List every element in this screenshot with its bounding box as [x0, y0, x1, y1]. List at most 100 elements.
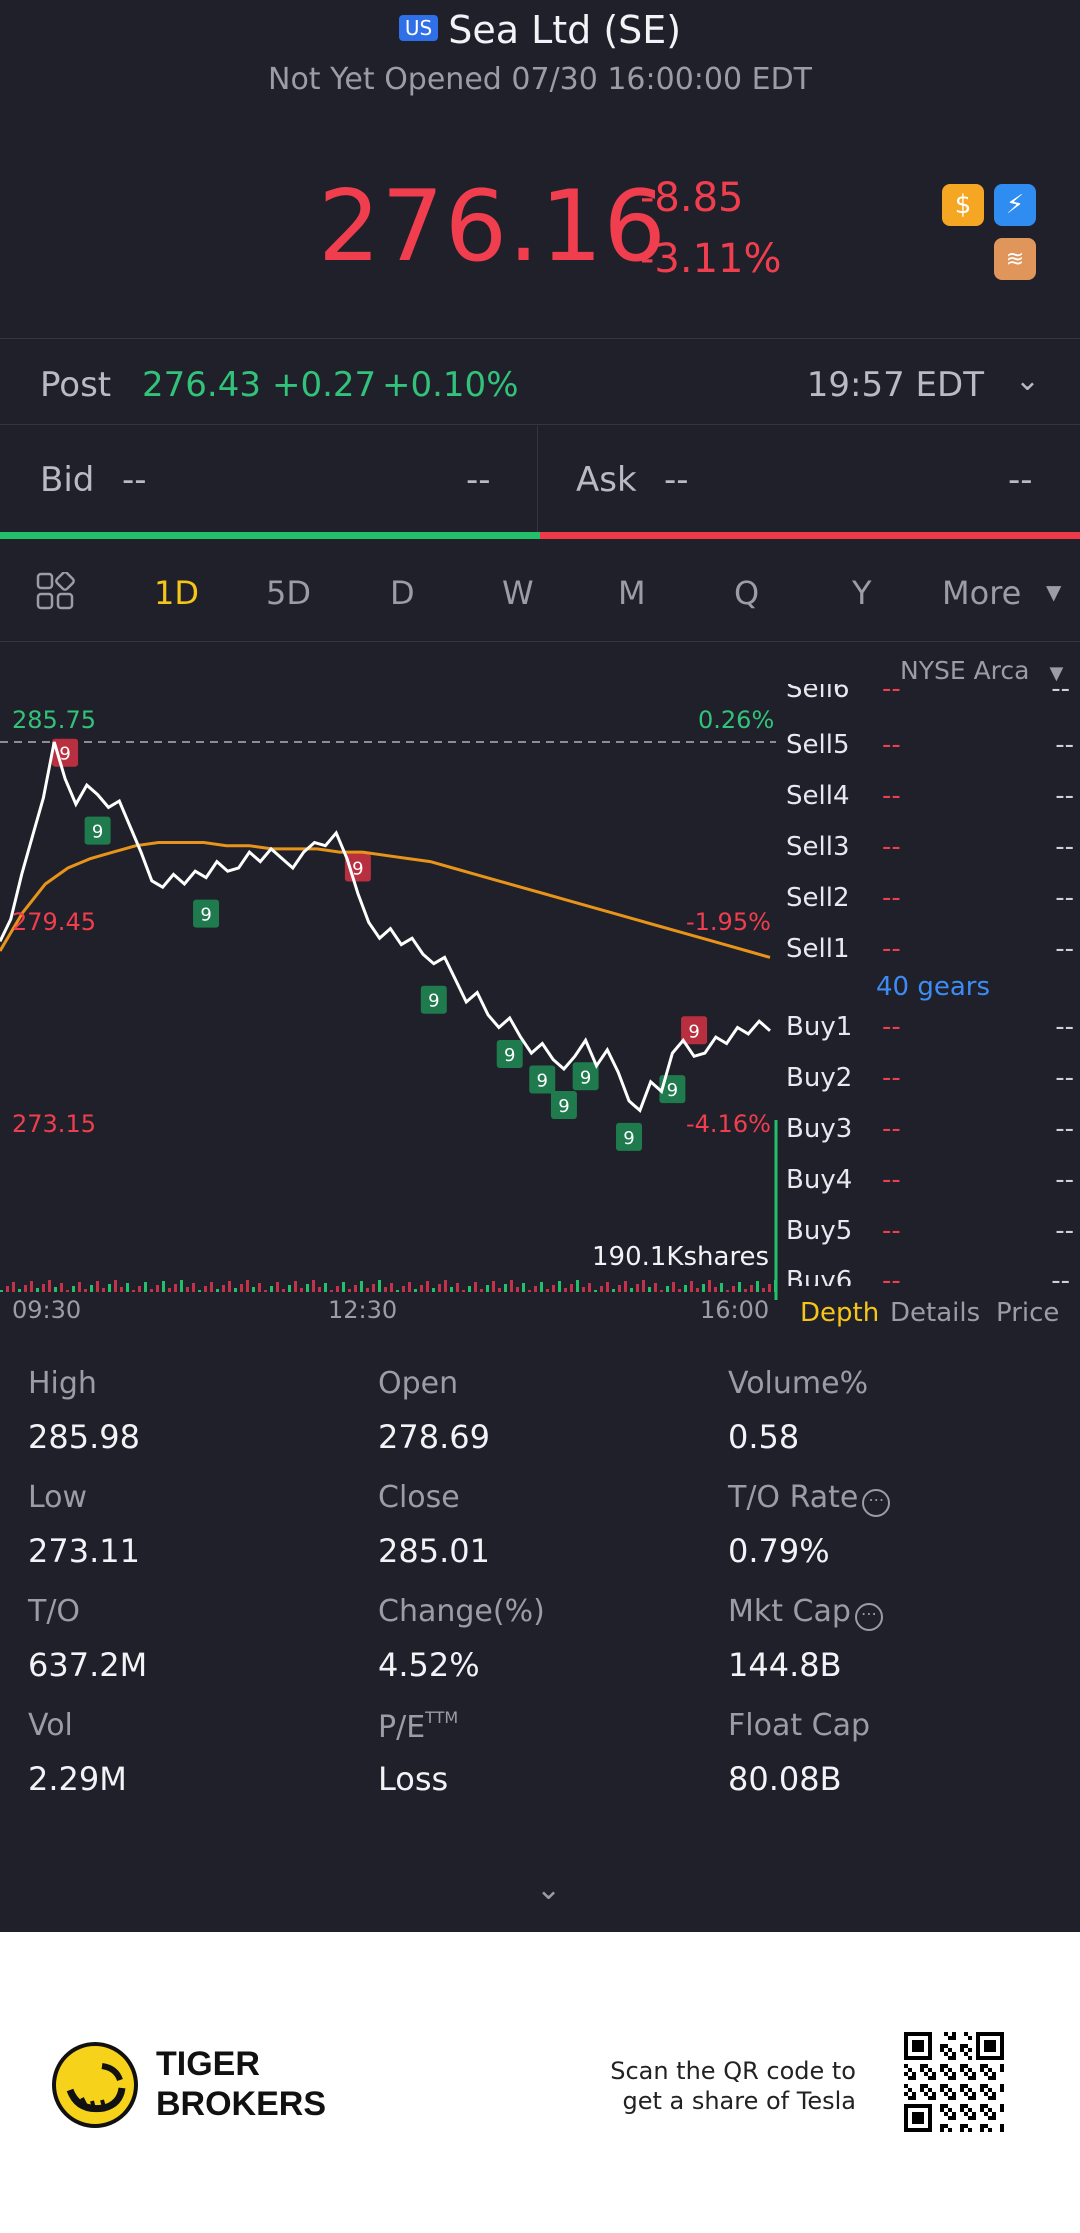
post-price: 276.43	[142, 365, 261, 405]
volume-bar	[474, 1282, 477, 1292]
chevron-down-icon[interactable]: ⌄	[536, 1872, 561, 1907]
stat-value: 285.98	[28, 1418, 140, 1456]
volume-bar	[198, 1290, 201, 1292]
tab-depth[interactable]: Depth	[800, 1298, 879, 1328]
signal-marker-label: 9	[428, 991, 439, 1012]
volume-bar	[456, 1283, 459, 1292]
stat-label: Mkt Cap	[728, 1594, 851, 1629]
volume-bar	[570, 1284, 573, 1292]
volume-bar	[228, 1281, 231, 1292]
stat-label: Change(%)	[378, 1594, 545, 1629]
intraday-chart[interactable]: 999999999999	[0, 680, 780, 1300]
tab-price[interactable]: Price	[996, 1298, 1059, 1328]
volume-bar	[702, 1284, 705, 1292]
caret-down-icon[interactable]: ▼	[1046, 580, 1061, 604]
volume-bar	[30, 1281, 33, 1292]
depth-size: --	[1055, 1012, 1074, 1042]
volume-bar	[354, 1285, 357, 1292]
stack-icon[interactable]: ≋	[994, 238, 1036, 280]
depth-size: --	[1055, 1063, 1074, 1093]
volume-bar	[180, 1280, 183, 1292]
stat-label: P/E	[378, 1710, 426, 1745]
volume-bar	[102, 1288, 105, 1292]
gears-selector[interactable]: 40 gears	[876, 972, 990, 1002]
volume-bar	[630, 1288, 633, 1292]
signal-marker-label: 9	[688, 1021, 699, 1042]
volume-bar	[426, 1281, 429, 1292]
volume-bar	[348, 1289, 351, 1292]
grid-icon[interactable]	[36, 572, 76, 612]
volume-bar	[408, 1282, 411, 1292]
tab-details[interactable]: Details	[890, 1298, 980, 1328]
x-axis-label: 16:00	[700, 1296, 770, 1324]
chart-mid-pct: -1.95%	[686, 908, 771, 936]
depth-size: --	[1055, 781, 1074, 811]
post-market-row[interactable]: Post 276.43 +0.27 +0.10% 19:57 EDT ⌄	[0, 345, 1080, 425]
volume-bar	[252, 1287, 255, 1292]
volume-bar	[678, 1289, 681, 1292]
volume-bar	[642, 1280, 645, 1292]
volume-bar	[738, 1282, 741, 1292]
volume-bar	[732, 1286, 735, 1292]
depth-level: Buy4	[786, 1165, 853, 1195]
stat-label-mkt-cap[interactable]: Mkt Cap ⋯	[728, 1594, 883, 1631]
stock-title[interactable]: US Sea Ltd (SE)	[0, 8, 1080, 52]
volume-bar	[282, 1289, 285, 1292]
volume-bar	[12, 1282, 15, 1292]
volume-bar	[600, 1286, 603, 1292]
tab-5d[interactable]: 5D	[266, 574, 311, 612]
chart-low-pct: -4.16%	[686, 1110, 771, 1138]
tab-w[interactable]: W	[502, 574, 534, 612]
depth-level: Sell4	[786, 781, 850, 811]
tab-y[interactable]: Y	[852, 574, 872, 612]
depth-size: --	[1051, 684, 1070, 704]
tab-more[interactable]: More	[942, 574, 1021, 612]
volume-bar	[24, 1285, 27, 1292]
tab-q[interactable]: Q	[734, 574, 759, 612]
signal-marker: 9	[616, 1122, 643, 1151]
tab-1d[interactable]: 1D	[154, 574, 199, 612]
tiger-logo-icon	[52, 2042, 138, 2128]
volume-bar	[186, 1287, 189, 1292]
volume-bar	[672, 1282, 675, 1292]
stat-label: High	[28, 1366, 97, 1401]
divider	[537, 426, 538, 532]
volume-bar	[318, 1287, 321, 1292]
post-time: 19:57 EDT	[806, 365, 984, 405]
volume-bar	[234, 1288, 237, 1292]
volume-bar	[48, 1280, 51, 1292]
stat-value: 4.52%	[378, 1646, 480, 1684]
volume-bar	[414, 1289, 417, 1292]
chart-high-pct: 0.26%	[698, 706, 775, 734]
divider	[0, 424, 1080, 425]
volume-bar	[0, 1290, 3, 1292]
lightning-icon[interactable]: ⚡	[994, 184, 1036, 226]
bid-label: Bid	[40, 460, 95, 500]
volume-bar	[258, 1283, 261, 1292]
volume-bar	[510, 1280, 513, 1292]
exchange-select[interactable]: NYSE Arca ▼	[900, 656, 1063, 685]
volume-bar	[294, 1281, 297, 1292]
tab-d[interactable]: D	[390, 574, 415, 612]
stat-label-to-rate[interactable]: T/O Rate ⋯	[728, 1480, 891, 1517]
tab-m[interactable]: M	[618, 574, 646, 612]
stat-value: Loss	[378, 1760, 449, 1798]
depth-level: Sell2	[786, 883, 850, 913]
depth-price: --	[882, 1063, 901, 1093]
volume-bar	[714, 1287, 717, 1292]
x-axis-label: 12:30	[328, 1296, 398, 1324]
volume-bar	[534, 1286, 537, 1292]
signal-marker-label: 9	[558, 1096, 569, 1117]
volume-bar	[222, 1285, 225, 1292]
depth-size: --	[1055, 883, 1074, 913]
volume-bar	[444, 1280, 447, 1292]
last-price: 276.16	[318, 170, 667, 284]
volume-bar	[402, 1286, 405, 1292]
chevron-down-icon[interactable]: ⌄	[1015, 363, 1040, 398]
volume-bar	[462, 1290, 465, 1292]
volume-bar	[390, 1283, 393, 1292]
volume-bar	[624, 1281, 627, 1292]
stat-value: 637.2M	[28, 1646, 148, 1684]
volume-bar	[312, 1280, 315, 1292]
dollar-icon[interactable]: $	[942, 184, 984, 226]
